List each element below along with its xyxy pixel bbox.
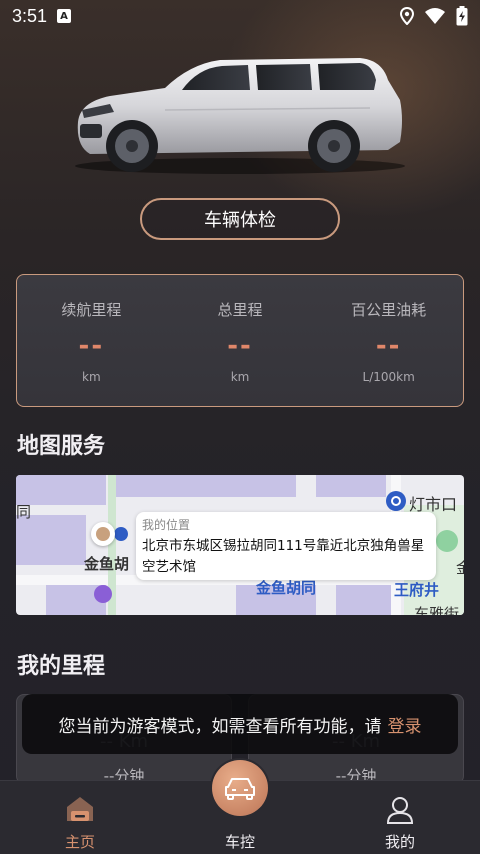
stat-unit: km	[230, 370, 250, 384]
home-icon	[67, 797, 93, 821]
stat-fuel-consumption: 百公里油耗 -- L/100km	[314, 275, 463, 406]
nav-label: 我的	[384, 833, 415, 851]
stat-unit: L/100km	[362, 370, 415, 384]
map-label: 金鱼胡	[84, 555, 130, 573]
map-block	[316, 475, 386, 497]
vehicle-health-check-button[interactable]: 车辆体检	[140, 198, 340, 240]
vehicle-stats-card: 续航里程 -- km 总里程 -- km 百公里油耗 -- L/100km	[16, 274, 464, 407]
guest-mode-toast: 您当前为游客模式，如需查看所有功能，请 登录	[22, 694, 458, 754]
map-label: 同	[16, 503, 32, 521]
my-location-pin-icon	[91, 522, 115, 546]
status-time: 3:51	[12, 5, 48, 26]
car-control-button-inner	[212, 760, 268, 816]
callout-caption: 我的位置	[142, 518, 191, 532]
map-block	[16, 515, 86, 565]
map-section-title: 地图服务	[17, 434, 106, 459]
battery-charging-icon	[456, 6, 468, 26]
wifi-icon	[425, 8, 445, 24]
profile-icon	[386, 797, 414, 824]
subway-marker-icon	[114, 527, 128, 541]
stat-label: 百公里油耗	[351, 301, 427, 319]
mileage-section-title: 我的里程	[17, 654, 106, 679]
app-screen: 3:51 A 车辆体检 续航里程 -- km 总里程 -- km 百公里油耗 -…	[0, 0, 480, 854]
status-bar: 3:51 A	[0, 0, 480, 32]
nav-item-profile[interactable]: 我的	[320, 781, 480, 854]
stat-label: 续航里程	[61, 301, 122, 319]
stat-range: 续航里程 -- km	[17, 275, 166, 406]
map-block	[116, 475, 296, 497]
stat-unit: km	[82, 370, 101, 384]
stat-label: 总里程	[217, 301, 263, 319]
nav-label: 主页	[64, 833, 95, 851]
shopping-cart-icon	[94, 585, 112, 603]
status-icons	[400, 6, 468, 26]
map-label: 王府井	[394, 581, 440, 599]
map-label: 金	[456, 559, 464, 577]
suv-car-image	[75, 58, 405, 174]
map-label: 东雅街	[414, 605, 460, 615]
my-location-callout[interactable]: 我的位置 北京市东城区锡拉胡同111号靠近北京独角兽星空艺术馆	[136, 512, 436, 580]
stat-value: --	[375, 331, 402, 361]
toast-message: 您当前为游客模式，如需查看所有功能，请	[58, 716, 382, 737]
notification-badge-icon: A	[57, 9, 72, 23]
nav-label: 车控	[224, 833, 255, 851]
stat-value: --	[78, 331, 105, 361]
car-control-button[interactable]	[210, 758, 270, 818]
callout-address: 北京市东城区锡拉胡同111号靠近北京独角兽星空艺术馆	[142, 538, 425, 575]
nav-item-home[interactable]: 主页	[0, 781, 160, 854]
map-block	[336, 585, 396, 615]
subway-icon	[386, 491, 406, 511]
stat-total-mileage: 总里程 -- km	[166, 275, 315, 406]
location-icon	[400, 7, 414, 25]
stat-value: --	[227, 331, 253, 361]
map-view[interactable]: 同 金鱼胡 金鱼胡同 王府井 金 东雅街 灯市口 我的位置 北京市东城区锡拉胡同…	[16, 475, 464, 615]
toast-login-link[interactable]: 登录	[388, 712, 422, 737]
map-label: 金鱼胡同	[256, 579, 317, 597]
map-park-marker	[436, 530, 458, 552]
car-control-icon	[225, 778, 255, 800]
